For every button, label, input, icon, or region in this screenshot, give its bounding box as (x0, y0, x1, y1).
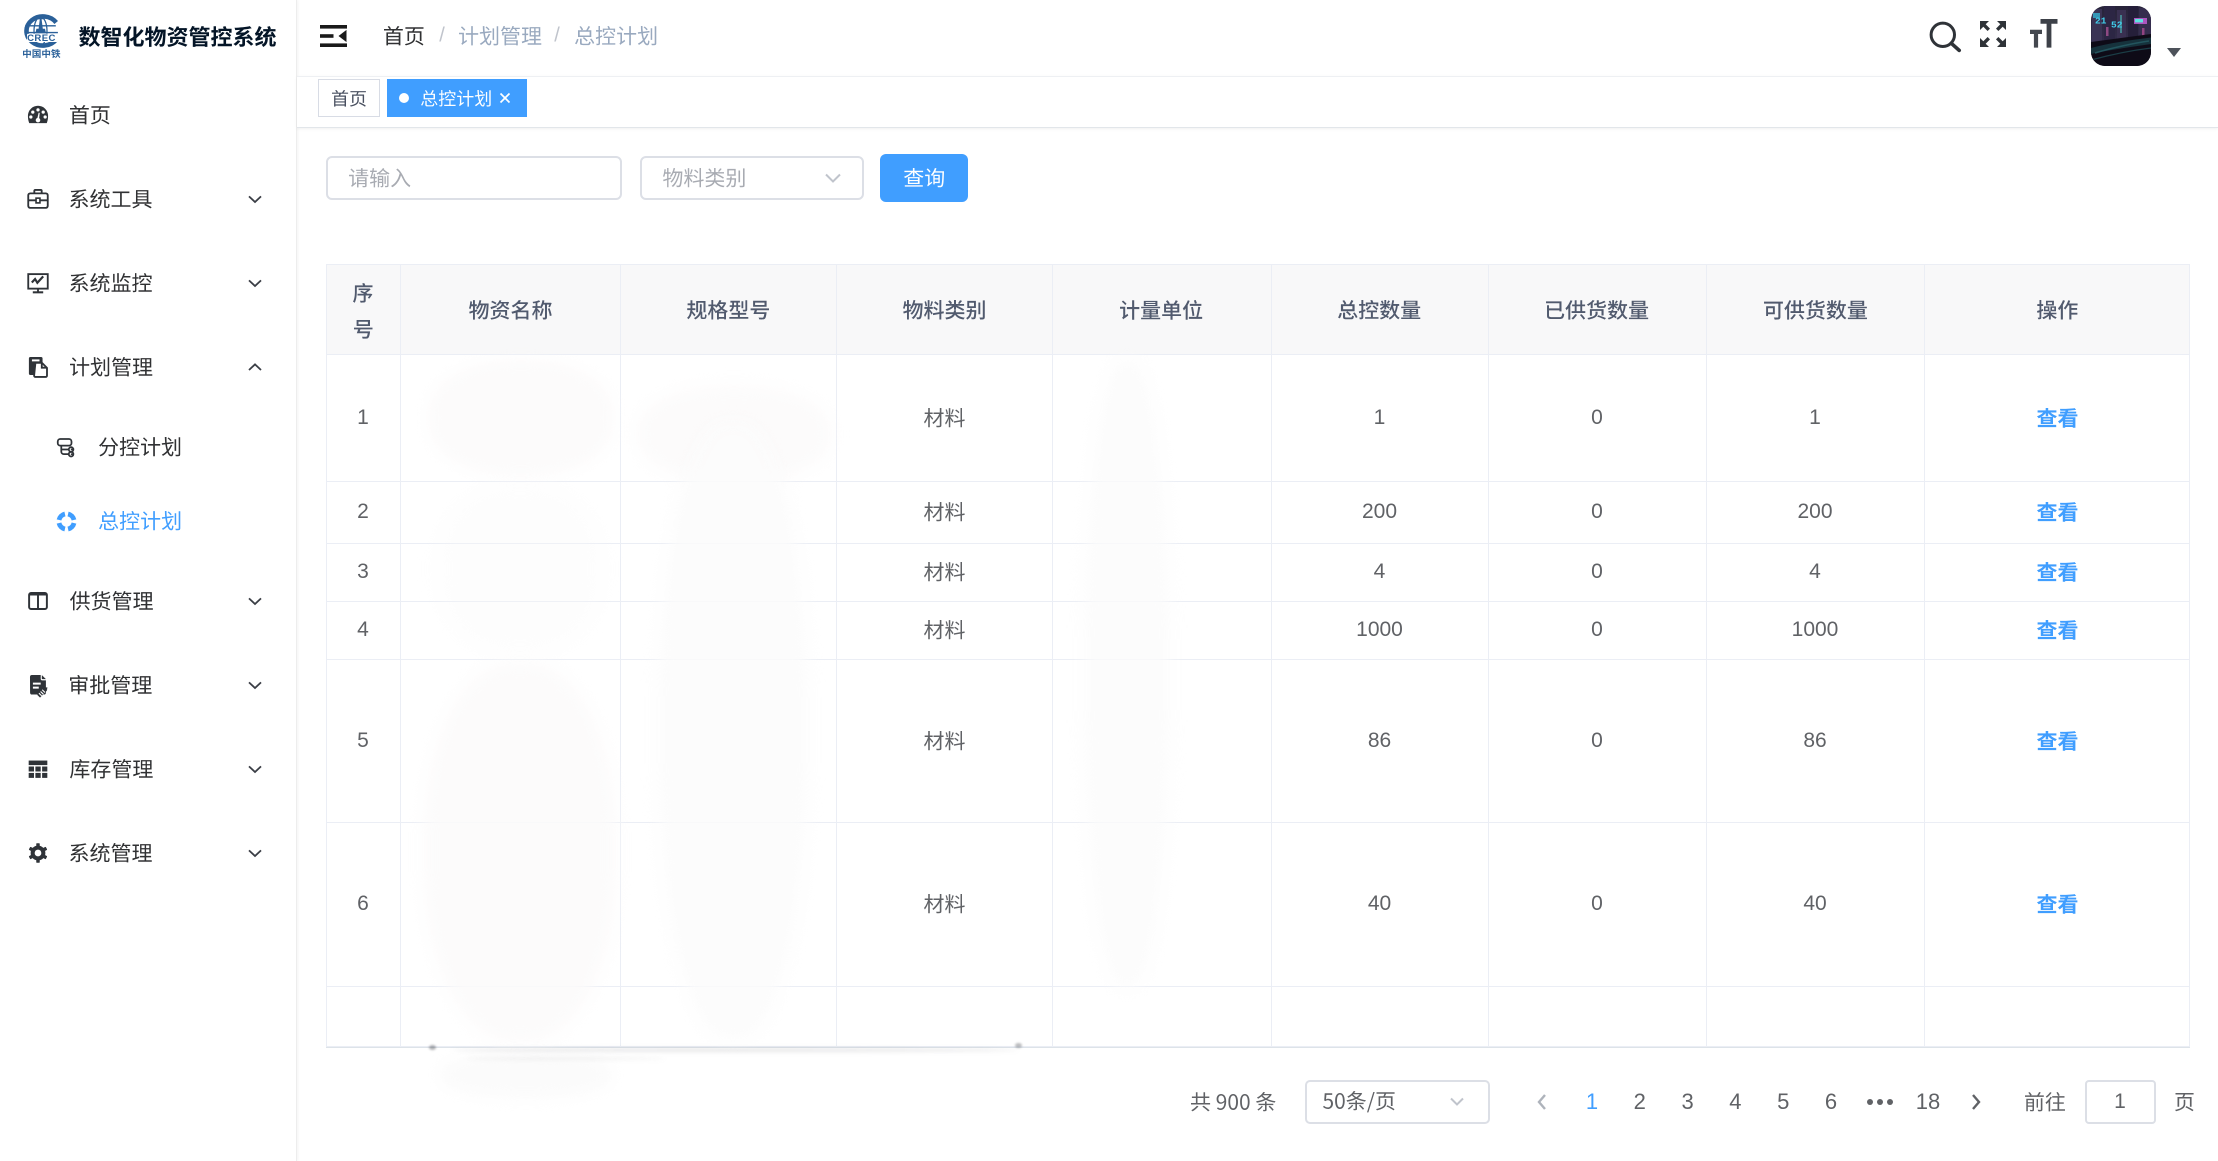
svg-text:52: 52 (2111, 20, 2123, 31)
svg-text:CREC: CREC (27, 33, 56, 44)
svg-text:21: 21 (2095, 16, 2107, 27)
